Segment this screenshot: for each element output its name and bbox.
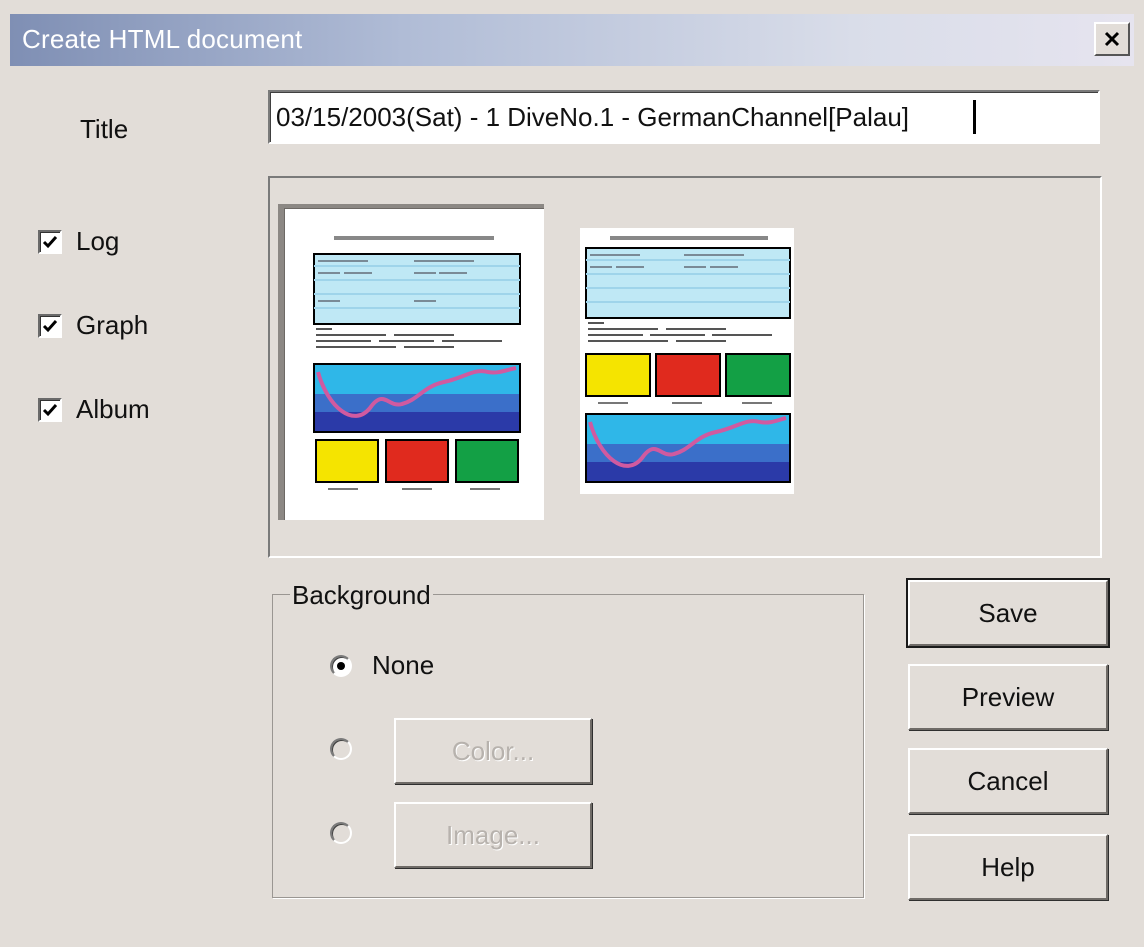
help-button[interactable]: Help <box>908 834 1108 900</box>
album-checkbox[interactable]: Album <box>38 394 150 425</box>
log-label: Log <box>76 226 120 256</box>
checkbox-box <box>38 397 62 422</box>
background-group-label: Background <box>290 580 433 611</box>
none-label: None <box>372 650 435 680</box>
radio-button <box>330 738 352 760</box>
radio-selected-dot <box>337 661 345 670</box>
checkmark-icon <box>42 319 58 332</box>
title-label: Title <box>80 114 129 144</box>
create-html-dialog: Create HTML document Title Log Graph Alb… <box>0 0 1144 947</box>
background-none-radio[interactable]: None <box>330 650 434 681</box>
layout-thumbnail-a <box>310 226 521 514</box>
window-title: Create HTML document <box>22 24 303 54</box>
radio-button <box>330 822 352 844</box>
checkbox-box <box>38 313 62 338</box>
preview-button[interactable]: Preview <box>908 664 1108 730</box>
checkmark-icon <box>42 403 58 416</box>
layout-thumbnail-b <box>585 236 791 483</box>
save-button[interactable]: Save <box>906 578 1110 648</box>
layout-option-log-album-graph[interactable] <box>580 228 794 494</box>
layout-selector <box>268 176 1102 558</box>
checkbox-box <box>38 229 62 254</box>
checkmark-icon <box>42 235 58 248</box>
radio-button <box>330 654 352 677</box>
cancel-button[interactable]: Cancel <box>908 748 1108 814</box>
graph-label: Graph <box>76 310 149 340</box>
layout-option-log-graph-album[interactable] <box>278 204 544 520</box>
title-bar[interactable]: Create HTML document <box>10 14 1134 66</box>
background-image-radio[interactable] <box>330 822 352 844</box>
album-label: Album <box>76 394 150 424</box>
text-caret <box>973 100 976 134</box>
color-button[interactable]: Color... <box>394 718 592 784</box>
graph-checkbox[interactable]: Graph <box>38 310 148 341</box>
close-button[interactable] <box>1094 22 1130 56</box>
image-button[interactable]: Image... <box>394 802 592 868</box>
log-checkbox[interactable]: Log <box>38 226 119 257</box>
close-icon <box>1104 31 1120 47</box>
background-color-radio[interactable] <box>330 738 352 760</box>
